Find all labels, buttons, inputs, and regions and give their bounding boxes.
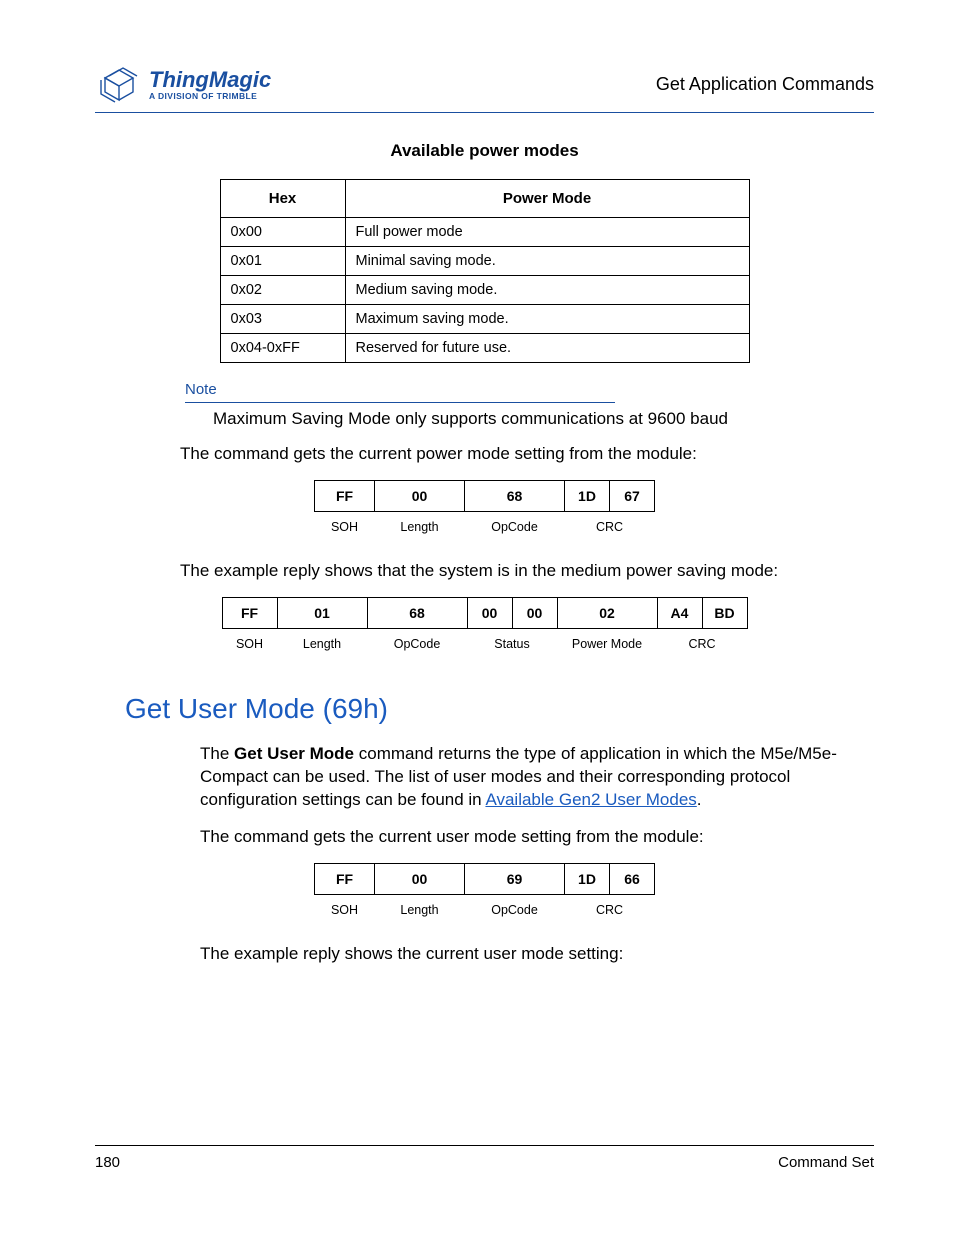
page-header: ThingMagic A DIVISION OF TRIMBLE Get App… xyxy=(95,60,874,108)
byte-label: CRC xyxy=(565,901,655,919)
byte-cell: 02 xyxy=(557,597,657,628)
table-row: 0x02Medium saving mode. xyxy=(220,276,749,305)
byte-cell: 68 xyxy=(367,597,467,628)
power-modes-title: Available power modes xyxy=(95,141,874,161)
byte-label: SOH xyxy=(315,518,375,536)
cell-mode: Maximum saving mode. xyxy=(345,305,749,334)
header-section-name: Get Application Commands xyxy=(656,74,874,95)
p-reply-power: The example reply shows that the system … xyxy=(180,560,874,583)
cell-mode: Medium saving mode. xyxy=(345,276,749,305)
col-hex: Hex xyxy=(220,180,345,218)
note-block: Note Maximum Saving Mode only supports c… xyxy=(185,381,874,429)
p-reply-user: The example reply shows the current user… xyxy=(200,943,874,966)
cell-hex: 0x01 xyxy=(220,247,345,276)
frame1-labels: SOHLengthOpCodeCRC xyxy=(315,518,655,536)
cell-mode: Full power mode xyxy=(345,218,749,247)
p-get-user: The command gets the current user mode s… xyxy=(200,826,874,849)
section-get-user-mode: Get User Mode (69h) xyxy=(125,693,874,725)
p1a: The xyxy=(200,744,234,763)
frame3-labels: SOHLengthOpCodeCRC xyxy=(315,901,655,919)
byte-label: SOH xyxy=(315,901,375,919)
byte-cell: 1D xyxy=(565,480,610,511)
byte-cell: 68 xyxy=(465,480,565,511)
byte-label: Power Mode xyxy=(557,635,657,653)
logo-main-text: ThingMagic xyxy=(149,67,271,92)
byte-label: OpCode xyxy=(367,635,467,653)
note-rule xyxy=(185,402,615,403)
link-available-gen2-user-modes[interactable]: Available Gen2 User Modes xyxy=(485,790,696,809)
byte-label: Length xyxy=(375,518,465,536)
byte-label: CRC xyxy=(565,518,655,536)
footer-rule xyxy=(95,1145,874,1146)
cell-mode: Minimal saving mode. xyxy=(345,247,749,276)
byte-label: CRC xyxy=(657,635,747,653)
header-rule xyxy=(95,112,874,113)
byte-cell: 66 xyxy=(610,863,655,894)
byte-cell: FF xyxy=(222,597,277,628)
byte-cell: 69 xyxy=(465,863,565,894)
frame2: FF0168000002A4BD xyxy=(222,597,748,629)
p1d: . xyxy=(697,790,702,809)
byte-cell: 01 xyxy=(277,597,367,628)
power-modes-table: Hex Power Mode 0x00Full power mode0x01Mi… xyxy=(220,179,750,363)
byte-cell: 00 xyxy=(375,863,465,894)
byte-cell: 00 xyxy=(467,597,512,628)
cell-mode: Reserved for future use. xyxy=(345,334,749,363)
frame3: FF00691D66 xyxy=(314,863,655,895)
table-row: 0x04-0xFFReserved for future use. xyxy=(220,334,749,363)
frame2-labels: SOHLengthOpCodeStatusPower ModeCRC xyxy=(222,635,747,653)
table-row: 0x03Maximum saving mode. xyxy=(220,305,749,334)
byte-label: OpCode xyxy=(465,901,565,919)
cell-hex: 0x00 xyxy=(220,218,345,247)
byte-cell: 00 xyxy=(512,597,557,628)
byte-cell: BD xyxy=(702,597,747,628)
cell-hex: 0x04-0xFF xyxy=(220,334,345,363)
cell-hex: 0x03 xyxy=(220,305,345,334)
note-label: Note xyxy=(185,381,217,400)
p1b: Get User Mode xyxy=(234,744,354,763)
logo: ThingMagic A DIVISION OF TRIMBLE xyxy=(95,60,271,108)
byte-label: Length xyxy=(375,901,465,919)
byte-cell: FF xyxy=(315,863,375,894)
cell-hex: 0x02 xyxy=(220,276,345,305)
col-mode: Power Mode xyxy=(345,180,749,218)
byte-cell: 1D xyxy=(565,863,610,894)
p-get-power: The command gets the current power mode … xyxy=(180,443,874,466)
page-footer: 180 Command Set xyxy=(95,1145,874,1171)
footer-section: Command Set xyxy=(778,1154,874,1171)
byte-cell: A4 xyxy=(657,597,702,628)
p-body-1: The Get User Mode command returns the ty… xyxy=(200,743,874,812)
logo-sub-text: A DIVISION OF TRIMBLE xyxy=(149,91,271,101)
table-row: 0x00Full power mode xyxy=(220,218,749,247)
byte-label: Length xyxy=(277,635,367,653)
byte-label: SOH xyxy=(222,635,277,653)
table-row: 0x01Minimal saving mode. xyxy=(220,247,749,276)
byte-cell: 00 xyxy=(375,480,465,511)
frame1: FF00681D67 xyxy=(314,480,655,512)
byte-label: OpCode xyxy=(465,518,565,536)
note-text: Maximum Saving Mode only supports commun… xyxy=(213,409,874,429)
page-number: 180 xyxy=(95,1154,120,1171)
byte-cell: 67 xyxy=(610,480,655,511)
logo-cube-icon xyxy=(95,60,143,108)
byte-cell: FF xyxy=(315,480,375,511)
byte-label: Status xyxy=(467,635,557,653)
